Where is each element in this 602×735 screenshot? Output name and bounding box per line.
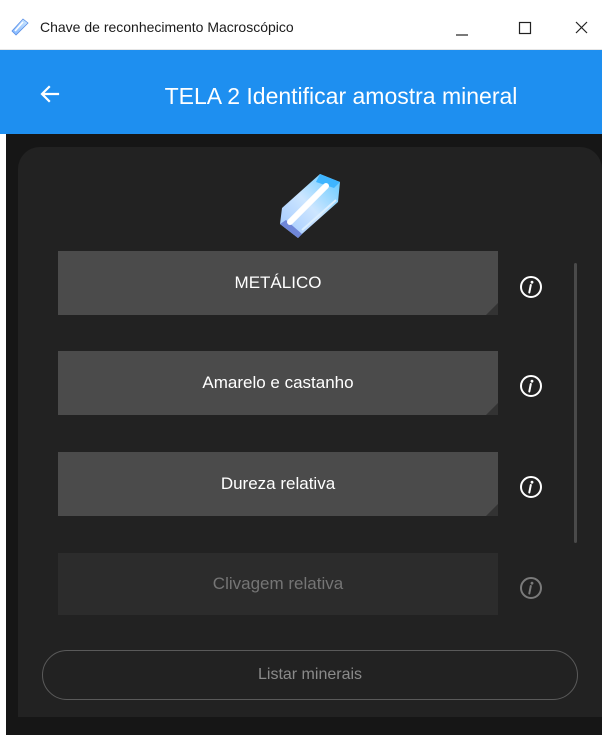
close-icon (575, 21, 588, 34)
page-title: TELA 2 Identificar amostra mineral (164, 83, 518, 109)
option-button-luster[interactable]: METÁLICO (58, 251, 498, 315)
button-corner (486, 303, 498, 315)
list-minerals-button[interactable]: Listar minerais (42, 650, 578, 700)
button-corner (486, 403, 498, 415)
button-corner (486, 504, 498, 516)
minimize-button[interactable] (441, 10, 481, 42)
option-button-cleavage-disabled: Clivagem relativa (58, 553, 498, 615)
minimize-icon (456, 34, 468, 36)
crystal-logo-icon (280, 174, 340, 238)
option-label: Clivagem relativa (212, 574, 344, 593)
info-icon[interactable] (518, 474, 544, 500)
app-crystal-icon (11, 18, 29, 36)
info-icon[interactable] (518, 373, 544, 399)
scrollbar[interactable] (574, 263, 577, 543)
option-label: Dureza relativa (220, 474, 336, 493)
option-label: Amarelo e castanho (202, 373, 354, 392)
maximize-button[interactable] (505, 10, 545, 42)
close-button[interactable] (562, 10, 602, 42)
arrow-left-icon[interactable] (38, 82, 62, 106)
window-titlebar: Chave de reconhecimento Macroscópico (0, 0, 602, 50)
maximize-icon (518, 21, 532, 35)
info-icon[interactable] (518, 575, 544, 601)
window-title: Chave de reconhecimento Macroscópico (40, 19, 294, 35)
option-button-color[interactable]: Amarelo e castanho (58, 351, 498, 415)
option-label: METÁLICO (234, 273, 322, 292)
option-button-hardness[interactable]: Dureza relativa (58, 452, 498, 516)
info-icon[interactable] (518, 274, 544, 300)
